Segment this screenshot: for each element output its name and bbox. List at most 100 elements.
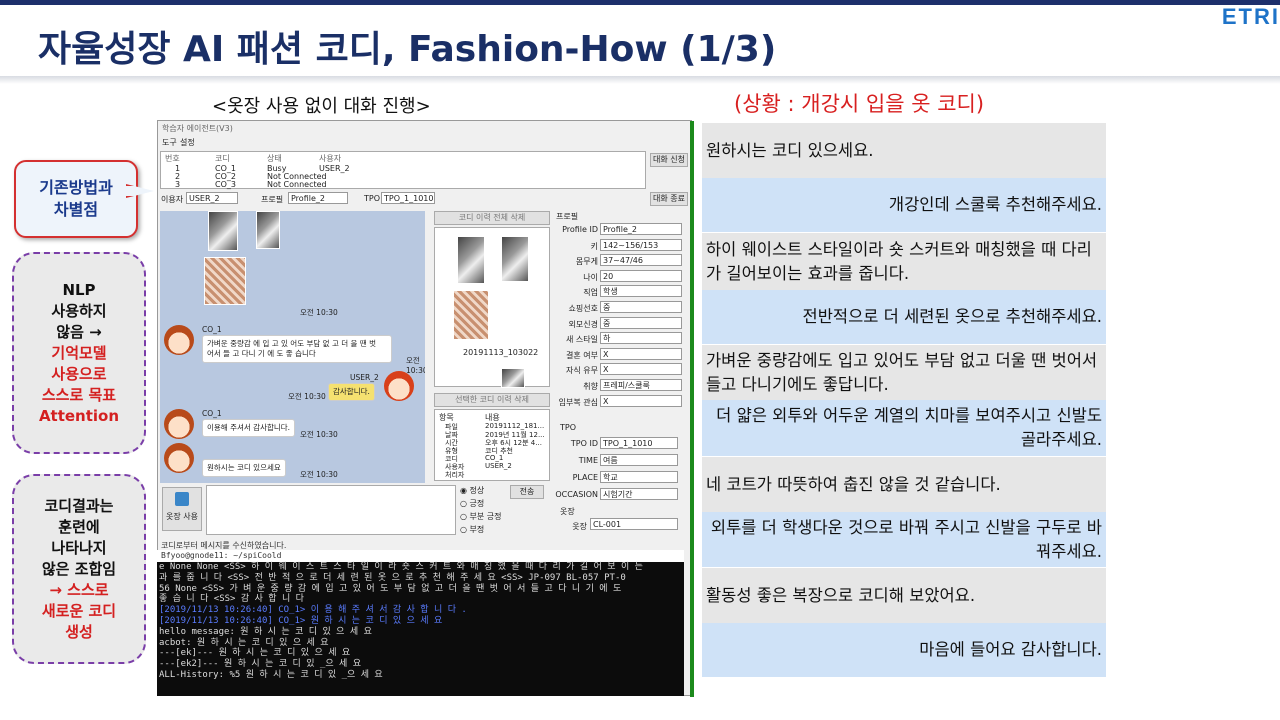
- utterance-text: 마음에 들어요 감사합니다.: [919, 640, 1102, 659]
- utterance-text: 외투를 더 학생다운 것으로 바꿔 주시고 신발을 구두로 바꿔주세요.: [710, 517, 1102, 561]
- situation-label: (상황 : 개강시 입을 옷 코디): [734, 92, 985, 116]
- rating-label: 정상: [469, 486, 485, 495]
- tpo-field-value[interactable]: TPO_1_1010: [600, 437, 678, 449]
- clothing-image: [204, 257, 246, 305]
- system-utterance: 네 코트가 따뜻하여 춥진 않을 것 같습니다.: [702, 457, 1106, 512]
- profile-field-label: 몸무게: [575, 257, 598, 267]
- slide-title: 자율성장 AI 패션 코디, Fashion-How (1/3): [38, 29, 777, 70]
- profile-field-value[interactable]: 학생: [600, 285, 682, 298]
- delete-selected-history-button[interactable]: 선택한 코디 이력 삭제: [434, 393, 550, 407]
- chat-message-line: 어서 들 고 다니 기 에 도 좋 습니다: [207, 349, 316, 358]
- utterance-text: 전반적으로 더 세련된 옷으로 추천해주세요.: [802, 307, 1102, 326]
- nlp-note-box: NLP 사용하지 않음 → 기억모델 사용으로 스스로 목표 Attention: [12, 252, 146, 454]
- history-detail-table[interactable]: 항목 내용 파일 20191112_181... 날짜 2019년 11월 12…: [434, 409, 550, 481]
- etri-logo: ETRI: [1221, 4, 1280, 29]
- profile-field-label: 직업: [583, 288, 598, 298]
- terminal-line: e None None <SS> 하 이 웨 이 스 트 스 타 일 이 라 숏…: [159, 562, 643, 572]
- rating-partial-radio[interactable]: ○ 부분 긍정: [460, 511, 502, 522]
- table-cell: Not Connected: [267, 180, 327, 189]
- profile-field-value[interactable]: 중: [600, 316, 682, 329]
- terminal-line: ---[ek]--- 원 하 시 는 코 디 있 으 세 요: [159, 648, 351, 659]
- tpo-field-value[interactable]: 여름: [600, 454, 678, 466]
- profile-label: 프로필: [261, 195, 284, 204]
- profile-field-value[interactable]: 하: [600, 332, 682, 345]
- top-accent-line: [0, 0, 1280, 5]
- utterance-text: 가벼운 중량감에도 입고 있어도 부담 없고 더울 땐 벗어서 들고 다니기에도…: [706, 350, 1098, 394]
- user-utterance: 개강인데 스쿨룩 추천해주세요.: [702, 178, 1106, 233]
- chat-message: 이용해 주셔서 감사합니다.: [202, 419, 296, 437]
- profile-field-value[interactable]: X: [600, 363, 682, 376]
- utterance-text: 개강인데 스쿨룩 추천해주세요.: [888, 195, 1102, 214]
- chat-timestamp: 오전 10:30: [288, 392, 326, 401]
- profile-field-label: 결혼 여부: [566, 350, 598, 360]
- terminal-title: Bfyoo@gnode11: ~/spiCoold: [157, 550, 684, 562]
- table-row[interactable]: 3: [175, 180, 180, 189]
- col-header-status: 상태: [267, 154, 282, 163]
- terminal-line: [2019/11/13 10:26:40] CO_1> 원 하 시 는 코 디 …: [159, 615, 443, 626]
- coordi-avatar: [164, 409, 194, 439]
- history-value: CO_1: [485, 454, 504, 462]
- menu-settings[interactable]: 설정: [180, 137, 195, 148]
- slide-subtitle: <옷장 사용 없이 대화 진행>: [212, 96, 431, 117]
- col-header-coordi: 코디: [215, 154, 230, 163]
- delete-all-history-button[interactable]: 코디 이력 전체 삭제: [434, 211, 550, 225]
- clothing-image: [208, 211, 238, 251]
- closet-id-field[interactable]: CL-001: [590, 518, 678, 530]
- note-line: 훈련에: [58, 517, 100, 536]
- profile-field-value[interactable]: 142~156/153: [600, 238, 682, 251]
- user-avatar: [384, 371, 414, 401]
- clothing-image: [453, 290, 489, 340]
- tpo-field-value[interactable]: 학교: [600, 471, 678, 483]
- difference-callout: 기존방법과 차별점: [14, 160, 138, 238]
- user-field[interactable]: USER_2: [186, 192, 238, 204]
- coordi-avatar: [164, 325, 194, 355]
- clothing-image: [501, 236, 529, 282]
- note-line: Attention: [38, 406, 120, 425]
- wardrobe-button[interactable]: 옷장 사용: [162, 487, 202, 531]
- coordi-history-panel[interactable]: 20191113_103022: [434, 227, 550, 388]
- terminal-output: e None None <SS> 하 이 웨 이 스 트 스 타 일 이 라 숏…: [157, 562, 684, 681]
- profile-field-label: 쇼핑선호: [568, 304, 598, 313]
- rating-normal-radio[interactable]: ◉ 정상: [460, 485, 484, 496]
- utterance-text: 원하시는 코디 있으세요.: [706, 140, 874, 160]
- chat-sender-name: CO_1: [202, 409, 222, 418]
- col-header-no: 번호: [165, 154, 180, 163]
- profile-field-label: Profile ID: [562, 225, 598, 234]
- tpo-field-value[interactable]: 시험기간: [600, 488, 678, 500]
- history-key: 처리자: [445, 471, 465, 479]
- utterance-text: 활동성 좋은 복장으로 코디해 보았어요.: [706, 585, 976, 605]
- profile-field-value[interactable]: 프레피/스쿨룩: [600, 379, 682, 391]
- system-utterance: 활동성 좋은 복장으로 코디해 보았어요.: [702, 568, 1106, 623]
- chat-panel[interactable]: 오전 10:30 CO_1 가벼운 중량감 에 입 고 있 어도 부담 없 고 …: [160, 211, 425, 483]
- profile-field-value[interactable]: Profile_2: [600, 223, 682, 235]
- user-utterance: 전반적으로 더 세련된 옷으로 추천해주세요.: [702, 290, 1106, 345]
- terminal-line: hello message: 원 하 시 는 코 디 있 으 세 요: [159, 626, 372, 637]
- tpo-field[interactable]: TPO_1_1010: [381, 192, 435, 204]
- profile-field[interactable]: Profile_2: [288, 192, 348, 204]
- send-button[interactable]: 전송: [510, 485, 544, 499]
- profile-section-label: 프로필: [556, 212, 579, 221]
- user-utterance: 외투를 더 학생다운 것으로 바꿔 주시고 신발을 구두로 바꿔주세요.: [702, 512, 1106, 568]
- rating-negative-radio[interactable]: ○ 부정: [460, 524, 484, 535]
- end-chat-button[interactable]: 대화 종료: [650, 192, 688, 206]
- profile-field-value[interactable]: 20: [600, 269, 682, 282]
- note-line: 생성: [65, 622, 93, 641]
- callout-pointer: [126, 184, 154, 198]
- profile-field-value[interactable]: 중: [600, 301, 682, 313]
- rating-label: 부정: [469, 525, 485, 534]
- coordi-list-table[interactable]: 번호 코디 상태 사용자 1 CO_1 Busy USER_2 2 CO_2 N…: [160, 151, 646, 189]
- menu-tools[interactable]: 도구: [162, 137, 177, 148]
- rating-label: 부분 긍정: [469, 512, 502, 521]
- profile-field-value[interactable]: X: [600, 347, 682, 360]
- profile-field-value[interactable]: 37~47/46: [600, 254, 682, 267]
- message-input[interactable]: [206, 485, 456, 535]
- profile-field-label: 나이: [583, 272, 598, 282]
- connect-button[interactable]: 대화 신청: [650, 153, 688, 167]
- terminal-console[interactable]: Bfyoo@gnode11: ~/spiCoold e None None <S…: [157, 550, 684, 696]
- chat-sender-name: CO_1: [202, 325, 222, 334]
- rating-positive-radio[interactable]: ○ 긍정: [460, 498, 484, 509]
- callout-line-1: 기존방법과: [39, 178, 113, 198]
- profile-field-value[interactable]: X: [600, 394, 682, 407]
- table-cell: CO_3: [215, 180, 236, 189]
- window-title: 학습자 에이전트(V3): [162, 124, 233, 133]
